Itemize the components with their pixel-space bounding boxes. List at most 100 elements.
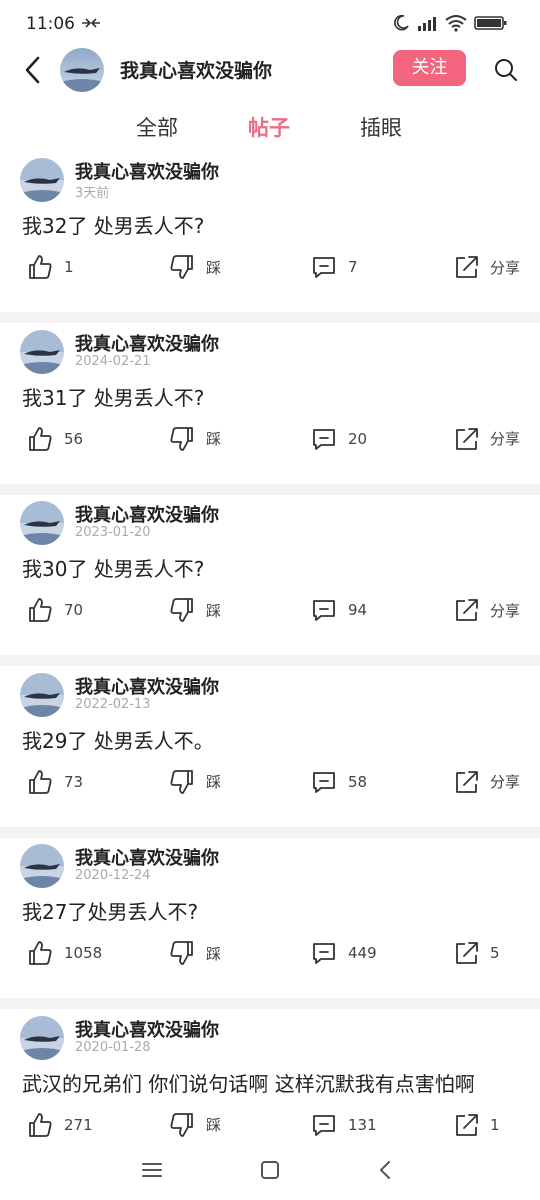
thumb-down-icon: [170, 255, 193, 279]
avatar-image: [20, 158, 64, 202]
back-arrow-icon[interactable]: [18, 52, 48, 88]
dislike-button[interactable]: 踩: [168, 424, 221, 454]
status-bar: 11:06: [0, 0, 540, 44]
avatar-image: [20, 329, 64, 374]
post-text[interactable]: 我31了 处男丢人不?: [22, 382, 204, 411]
post-card[interactable]: 我真心喜欢没骗你 2022-02-13 我29了 处男丢人不。 73 踩 58: [0, 666, 540, 827]
avatar-image: [20, 672, 64, 717]
comment-icon: [313, 1114, 335, 1136]
share-label: 分享: [490, 773, 521, 791]
comment-count: 131: [348, 1115, 377, 1134]
comment-icon: [313, 600, 335, 621]
avatar[interactable]: [60, 48, 104, 92]
avatar-image: [60, 48, 104, 92]
tab-bookmarks[interactable]: 插眼: [360, 112, 402, 142]
dislike-button[interactable]: 踩: [168, 595, 221, 625]
comment-button[interactable]: 94: [310, 595, 367, 625]
thumb-up-icon: [29, 598, 52, 622]
avatar[interactable]: [20, 501, 64, 545]
like-count: 73: [64, 772, 84, 791]
like-button[interactable]: 56: [26, 424, 83, 454]
avatar-image: [20, 1015, 64, 1060]
post-text[interactable]: 武汉的兄弟们 你们说句话啊 这样沉默我有点害怕啊: [22, 1068, 475, 1097]
dislike-button[interactable]: 踩: [168, 767, 221, 797]
dislike-label: 踩: [206, 944, 222, 963]
share-label: 5: [490, 944, 500, 962]
like-button[interactable]: 70: [26, 595, 83, 625]
follow-button[interactable]: 关注: [393, 50, 466, 86]
share-icon: [456, 942, 478, 964]
comment-button[interactable]: 58: [310, 767, 367, 797]
dislike-button[interactable]: 踩: [168, 938, 221, 968]
avatar[interactable]: [20, 844, 64, 888]
signal-icon: [418, 17, 436, 31]
tab-all[interactable]: 全部: [136, 112, 178, 142]
dislike-label: 踩: [206, 430, 222, 448]
avatar[interactable]: [20, 672, 64, 717]
post-author[interactable]: 我真心喜欢没骗你: [75, 1016, 219, 1042]
post-card[interactable]: 我真心喜欢没骗你 2023-01-20 我30了 处男丢人不? 70 踩 94: [0, 495, 540, 655]
comment-icon: [313, 428, 335, 450]
like-count: 271: [64, 1115, 93, 1134]
tab-bar: 全部 帖子 插眼: [0, 100, 540, 152]
battery-icon: [474, 16, 507, 30]
data-sync-icon: [82, 18, 100, 28]
avatar[interactable]: [20, 1015, 64, 1060]
comment-button[interactable]: 20: [310, 424, 367, 454]
comment-icon: [313, 771, 335, 793]
share-button[interactable]: 1: [452, 1110, 500, 1140]
post-card[interactable]: 我真心喜欢没骗你 2020-12-24 我27了处男丢人不? 1058 踩 44…: [0, 838, 540, 998]
like-button[interactable]: 73: [26, 767, 83, 797]
nav-back-icon[interactable]: [372, 1156, 400, 1184]
avatar[interactable]: [20, 158, 64, 202]
post-text[interactable]: 我32了 处男丢人不?: [22, 210, 204, 239]
comment-count: 7: [348, 258, 358, 276]
post-date: 2022-02-13: [75, 696, 151, 712]
dislike-button[interactable]: 踩: [168, 252, 221, 282]
share-button[interactable]: 分享: [452, 424, 520, 454]
share-label: 分享: [490, 601, 521, 620]
comment-count: 94: [348, 601, 368, 619]
post-text[interactable]: 我29了 处男丢人不。: [22, 725, 214, 754]
share-icon: [456, 1113, 478, 1136]
comment-button[interactable]: 131: [310, 1110, 377, 1140]
thumb-down-icon: [170, 1112, 193, 1137]
post-text[interactable]: 我30了 处男丢人不?: [22, 553, 204, 582]
share-button[interactable]: 分享: [452, 252, 520, 282]
post-date: 2020-12-24: [75, 868, 151, 883]
home-icon[interactable]: [256, 1156, 284, 1184]
thumb-up-icon: [29, 1112, 52, 1137]
post-date: 3天前: [75, 186, 110, 201]
avatar[interactable]: [20, 329, 64, 374]
post-text[interactable]: 我27了处男丢人不?: [22, 896, 198, 925]
post-card[interactable]: 我真心喜欢没骗你 3天前 我32了 处男丢人不? 1 踩 7 分享: [0, 152, 540, 312]
like-count: 1058: [64, 944, 103, 962]
status-time: 11:06: [26, 14, 75, 34]
post-card[interactable]: 我真心喜欢没骗你 2024-02-21 我31了 处男丢人不? 56 踩 20: [0, 323, 540, 484]
share-button[interactable]: 分享: [452, 595, 520, 625]
avatar-image: [20, 501, 64, 545]
like-button[interactable]: 1058: [26, 938, 102, 968]
share-icon: [456, 427, 478, 450]
thumb-down-icon: [170, 426, 193, 451]
like-button[interactable]: 271: [26, 1110, 93, 1140]
post-separator: [0, 483, 540, 495]
like-button[interactable]: 1: [26, 252, 74, 282]
post-author[interactable]: 我真心喜欢没骗你: [75, 673, 219, 699]
dislike-label: 踩: [206, 601, 222, 620]
post-author[interactable]: 我真心喜欢没骗你: [75, 330, 219, 356]
menu-icon[interactable]: [138, 1156, 166, 1184]
comment-button[interactable]: 449: [310, 938, 377, 968]
tab-posts[interactable]: 帖子: [248, 112, 290, 142]
post-separator: [0, 312, 540, 323]
post-author[interactable]: 我真心喜欢没骗你: [75, 501, 219, 527]
search-icon[interactable]: [492, 56, 520, 84]
share-button[interactable]: 5: [452, 938, 500, 968]
post-author[interactable]: 我真心喜欢没骗你: [75, 844, 219, 870]
profile-header: 我真心喜欢没骗你 关注: [0, 44, 540, 96]
post-author[interactable]: 我真心喜欢没骗你: [75, 158, 219, 184]
share-button[interactable]: 分享: [452, 767, 520, 797]
comment-button[interactable]: 7: [310, 252, 358, 282]
dislike-button[interactable]: 踩: [168, 1110, 221, 1140]
post-date: 2023-01-20: [75, 525, 151, 540]
